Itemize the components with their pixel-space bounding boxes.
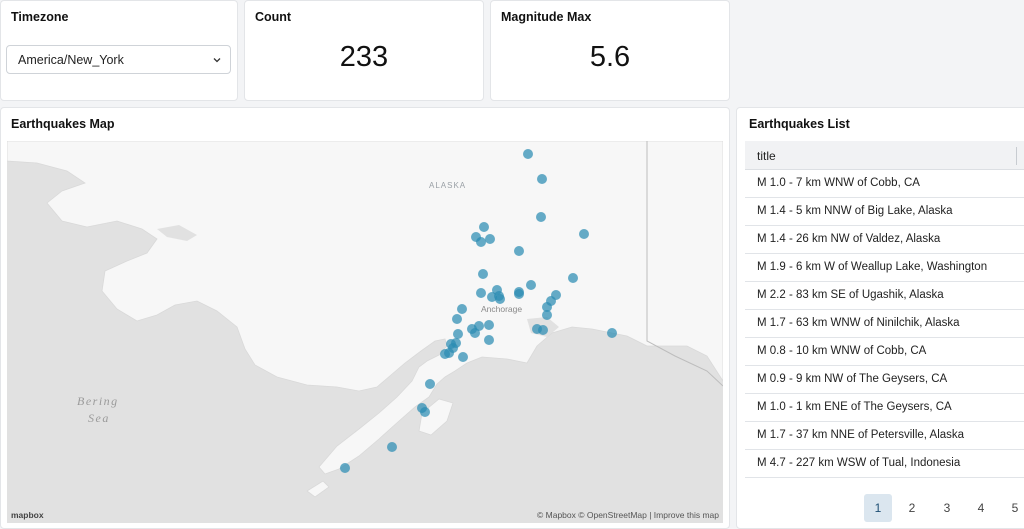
earthquake-marker[interactable] (420, 407, 430, 417)
page-button[interactable]: 4 (967, 494, 995, 522)
region-label: ALASKA (429, 181, 466, 190)
earthquake-marker[interactable] (523, 149, 533, 159)
earthquake-marker[interactable] (425, 379, 435, 389)
earthquake-marker[interactable] (452, 314, 462, 324)
count-card: Count 233 (244, 0, 484, 101)
city-label: Anchorage (481, 304, 522, 314)
list-column-header[interactable]: title (745, 141, 1024, 170)
earthquake-marker[interactable] (485, 234, 495, 244)
table-row[interactable]: M 4.7 - 227 km WSW of Tual, Indonesia (745, 450, 1024, 478)
count-value: 233 (339, 41, 389, 73)
map-title: Earthquakes Map (11, 117, 115, 131)
earthquakes-map-card: Earthquakes Map ALASKA Bering Sea Anchor… (0, 107, 730, 529)
sea-label-2: Sea (88, 411, 110, 425)
earthquake-marker[interactable] (458, 352, 468, 362)
earthquake-marker[interactable] (476, 288, 486, 298)
table-row[interactable]: M 0.8 - 10 km WNW of Cobb, CA (745, 338, 1024, 366)
earthquake-marker[interactable] (476, 237, 486, 247)
earthquake-marker[interactable] (526, 280, 536, 290)
earthquake-rows: M 1.0 - 7 km WNW of Cobb, CA M 1.4 - 5 km… (745, 170, 1024, 486)
earthquake-marker[interactable] (579, 229, 589, 239)
table-row[interactable]: M 1.4 - 26 km NW of Valdez, Alaska (745, 226, 1024, 254)
map-canvas[interactable]: ALASKA Bering Sea Anchorage (7, 141, 723, 523)
chevron-down-icon (213, 58, 221, 63)
map-attribution[interactable]: © Mapbox © OpenStreetMap | Improve this … (537, 510, 719, 520)
magnitude-title: Magnitude Max (501, 10, 592, 24)
earthquake-marker[interactable] (568, 273, 578, 283)
timezone-card: Timezone America/New_York (0, 0, 238, 101)
earthquakes-map[interactable]: ALASKA Bering Sea Anchorage mapbox © Map… (7, 141, 723, 523)
earthquake-marker[interactable] (478, 269, 488, 279)
table-row[interactable]: M 1.4 - 5 km NNW of Big Lake, Alaska (745, 198, 1024, 226)
mapbox-logo-text: mapbox (11, 510, 44, 520)
timezone-select[interactable]: America/New_York (6, 45, 231, 74)
mapbox-logo[interactable]: mapbox (11, 510, 44, 520)
pagination: 12345 (737, 494, 1024, 524)
table-row[interactable]: M 1.7 - 37 km NNE of Petersville, Alaska (745, 422, 1024, 450)
sea-label-1: Bering (77, 394, 119, 408)
magnitude-card: Magnitude Max 5.6 (490, 0, 730, 101)
earthquake-marker[interactable] (532, 324, 542, 334)
earthquake-marker[interactable] (446, 339, 456, 349)
earthquake-marker[interactable] (479, 222, 489, 232)
table-row[interactable]: M 1.0 - 7 km WNW of Cobb, CA (745, 170, 1024, 198)
land-mass (7, 141, 723, 475)
earthquake-marker[interactable] (484, 320, 494, 330)
earthquake-marker[interactable] (387, 442, 397, 452)
page-button[interactable]: 1 (864, 494, 892, 522)
table-row[interactable]: M 1.9 - 6 km W of Weallup Lake, Washingt… (745, 254, 1024, 282)
list-title: Earthquakes List (749, 117, 850, 131)
timezone-select-value: America/New_York (18, 53, 124, 67)
table-row[interactable]: M 1.0 - 1 km ENE of The Geysers, CA (745, 394, 1024, 422)
earthquake-marker[interactable] (542, 310, 552, 320)
earthquake-marker[interactable] (514, 289, 524, 299)
earthquakes-list-card: Earthquakes List title M 1.0 - 7 km WNW … (736, 107, 1024, 529)
count-title: Count (255, 10, 292, 24)
earthquake-marker[interactable] (546, 296, 556, 306)
earthquake-marker[interactable] (453, 329, 463, 339)
earthquake-marker[interactable] (340, 463, 350, 473)
column-title-label: title (757, 149, 776, 163)
earthquake-marker[interactable] (467, 324, 477, 334)
earthquake-marker[interactable] (457, 304, 467, 314)
peninsula-tip (306, 480, 330, 498)
page-button[interactable]: 2 (898, 494, 926, 522)
earthquake-marker[interactable] (514, 246, 524, 256)
earthquake-marker[interactable] (495, 294, 505, 304)
page-button[interactable]: 5 (1001, 494, 1024, 522)
earthquake-marker[interactable] (484, 335, 494, 345)
magnitude-value: 5.6 (589, 41, 631, 73)
table-row[interactable]: M 1.7 - 63 km WNW of Ninilchik, Alaska (745, 310, 1024, 338)
earthquake-marker[interactable] (607, 328, 617, 338)
earthquake-marker[interactable] (537, 174, 547, 184)
page-button[interactable]: 3 (933, 494, 961, 522)
earthquake-marker[interactable] (440, 349, 450, 359)
column-resize-handle[interactable] (1016, 147, 1017, 165)
table-row[interactable]: M 0.9 - 9 km NW of The Geysers, CA (745, 366, 1024, 394)
table-row[interactable]: M 2.2 - 83 km SE of Ugashik, Alaska (745, 282, 1024, 310)
earthquake-marker[interactable] (536, 212, 546, 222)
timezone-title: Timezone (11, 10, 69, 24)
